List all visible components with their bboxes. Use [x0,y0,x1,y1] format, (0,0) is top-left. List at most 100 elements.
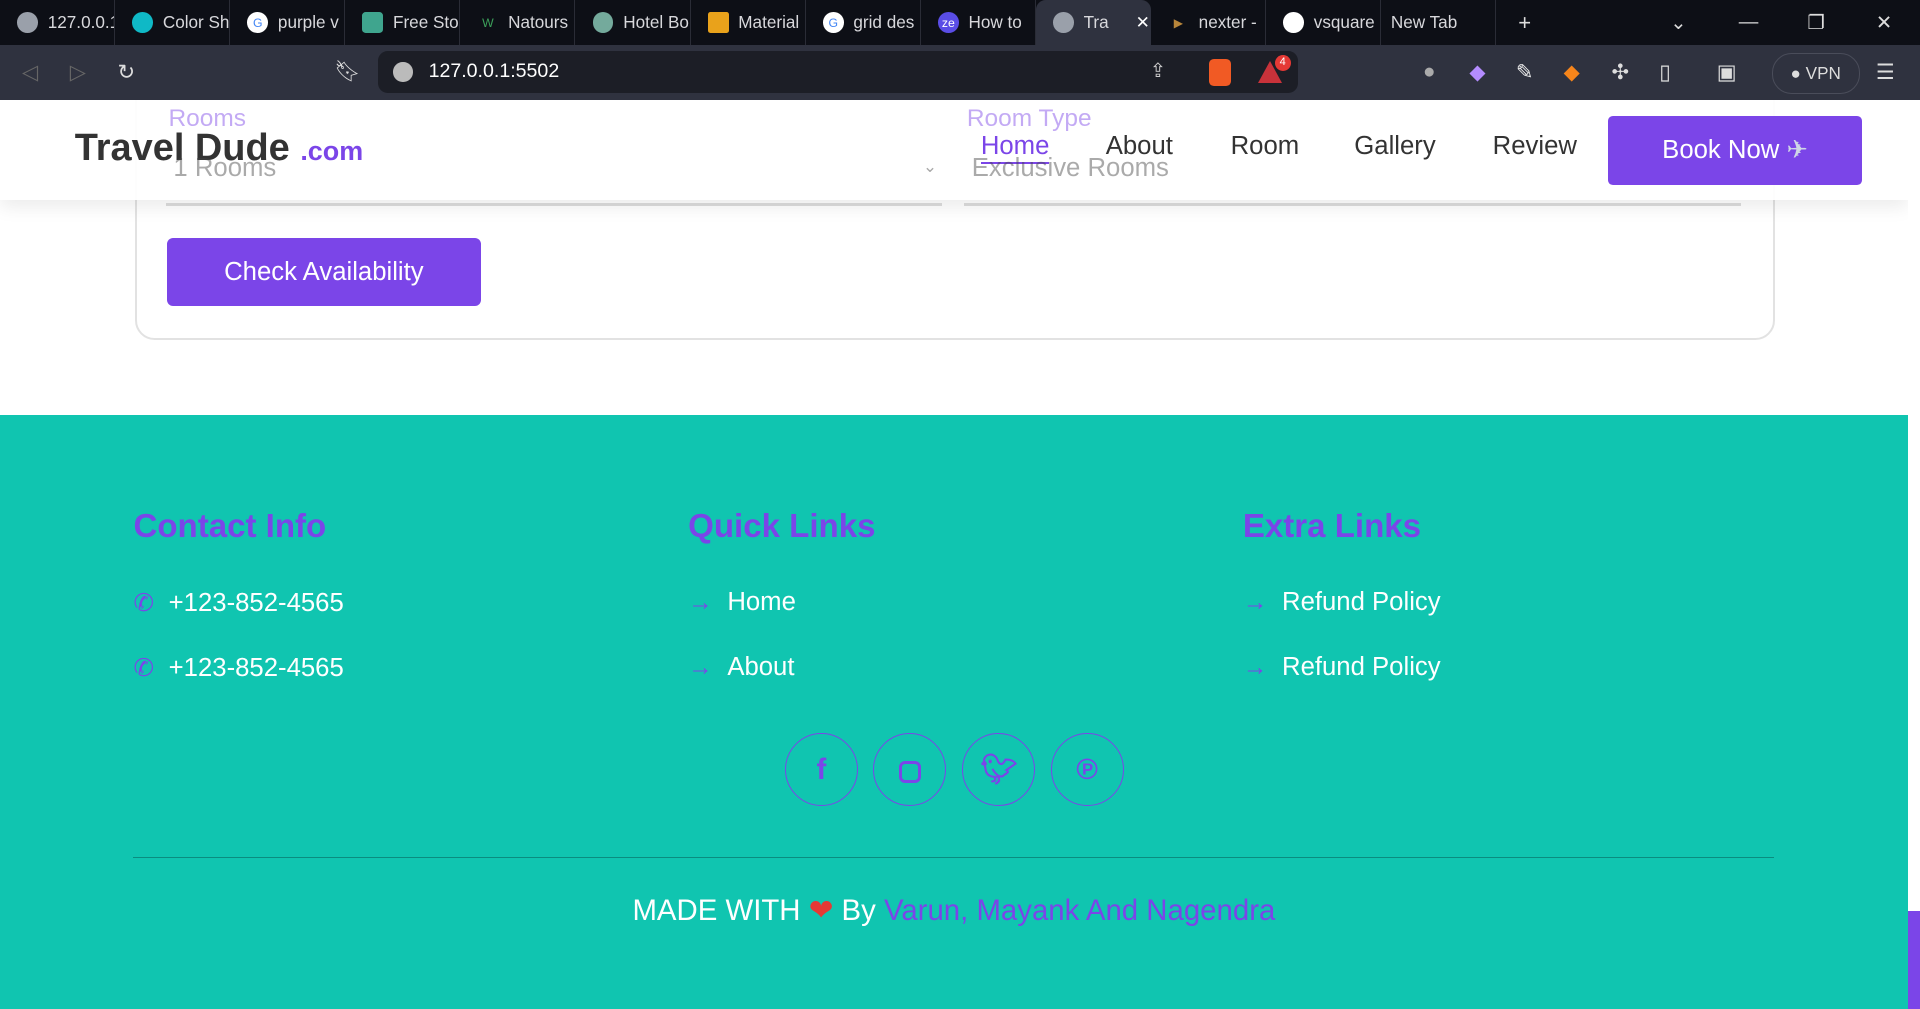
tab-label: Free Sto [393,12,459,33]
menu-icon[interactable]: ☰ [1876,60,1895,85]
tab-label: Material [738,12,800,33]
phone-item[interactable]: ✆ +123-852-4565 [133,588,343,618]
extra-links-heading: Extra Links [1242,508,1422,546]
tab-favicon-icon [132,12,154,34]
chatgpt-icon [592,12,614,34]
arrow-right-icon: → [1242,653,1268,681]
browser-tab[interactable]: Color Sh [115,0,231,46]
browser-toolbar: ◁ ▷ ↻ 🔖︎ 127.0.0.1:5502 ⇪ 4 ● ◆ ✎ ◆ ✣ ▯ … [0,45,1920,101]
scrollbar-thumb[interactable] [1907,911,1920,1009]
browser-tab-active[interactable]: Tra ✕ [1035,0,1151,46]
forward-icon[interactable]: ▷ [70,60,86,85]
bookmark-icon[interactable]: 🔖︎ [334,60,360,84]
logo-suffix: .com [300,136,364,167]
browser-tab[interactable]: ▶ nexter - [1151,0,1267,46]
brave-shield-icon[interactable] [1208,58,1231,86]
book-now-button[interactable]: Book Now ✈ [1607,116,1863,185]
phone-item[interactable]: ✆ +123-852-4565 [133,653,343,683]
restore-icon[interactable]: ❐ [1807,0,1825,45]
plane-icon: ✈ [1786,136,1809,165]
google-icon: G [247,12,269,34]
tab-label: Color Sh [162,12,230,33]
link-label: Refund Policy [1282,587,1441,616]
nav-review[interactable]: Review [1493,132,1577,161]
footer-link-refund[interactable]: → Refund Policy [1243,588,1441,617]
link-label: Refund Policy [1282,652,1441,681]
tab-favicon-icon: ▶ [1173,15,1184,30]
nav-gallery[interactable]: Gallery [1354,132,1435,161]
tab-favicon-icon [707,12,729,34]
extensions-icon[interactable]: ✣ [1611,60,1628,85]
instagram-icon[interactable] [873,733,947,807]
nav-room[interactable]: Room [1231,132,1300,161]
chevron-down-icon: ⌄ [922,156,938,177]
sidebar-icon[interactable]: ▯ [1659,60,1670,85]
credits: MADE WITH ❤ By Varun, Mayank And Nagendr… [0,893,1908,928]
tab-search-icon[interactable]: ⌄ [1670,0,1686,45]
browser-tab[interactable]: W Natours [460,0,576,46]
page-content: Rooms Room Type 1 Rooms ⌄ Exclusive Room… [0,100,1908,1009]
close-tab-icon[interactable]: ✕ [1136,12,1150,33]
contact-info-heading: Contact Info [133,508,327,546]
made-with-text: MADE WITH [632,893,801,927]
scrollbar[interactable] [1907,100,1920,1009]
tab-favicon-icon: ze [937,12,959,34]
phone-number: +123-852-4565 [168,653,344,682]
browser-tab[interactable]: Material [691,0,806,46]
metamask-icon[interactable]: ◆ [1564,60,1580,85]
google-icon: G [822,12,844,34]
globe-icon [1052,12,1074,34]
tab-label: vsquare [1313,12,1375,33]
new-tab-button[interactable]: + [1518,10,1531,36]
rooms-underline [166,202,943,207]
tab-label: Tra [1083,12,1109,33]
vpn-icon: ● [1790,62,1806,83]
extension-icon[interactable]: ● [1423,60,1436,84]
footer-link-home[interactable]: → Home [688,588,796,617]
extension-icon[interactable]: ◆ [1469,60,1485,85]
tab-label: New Tab [1390,12,1458,33]
room-type-select[interactable]: Exclusive Rooms [972,154,1169,183]
browser-tab-bar: 127.0.0.1 Color Sh Gpurple v Free Sto WN… [0,0,1920,46]
twitter-icon[interactable]: 🐦︎ [962,733,1036,807]
author-names: Varun, Mayank And Nagendra [883,893,1276,927]
heart-icon: ❤ [808,893,834,927]
footer-divider [133,857,1775,859]
room-type-underline [964,202,1741,207]
footer-link-refund[interactable]: → Refund Policy [1243,653,1441,682]
minimize-icon[interactable]: — [1739,0,1759,45]
back-icon[interactable]: ◁ [22,60,38,85]
info-icon [393,62,413,82]
tab-label: Hotel Bo [623,12,689,33]
browser-tab[interactable]: 127.0.0.1 [0,0,116,46]
share-icon[interactable]: ⇪ [1150,51,1166,93]
facebook-icon[interactable]: f [784,733,858,807]
globe-icon [17,12,38,34]
browser-tab[interactable]: Free Sto [345,0,461,46]
close-window-icon[interactable]: ✕ [1876,0,1892,45]
github-icon [1283,12,1304,34]
phone-icon: ✆ [133,654,154,682]
wallet-icon[interactable]: ▣ [1717,60,1737,85]
rooms-select[interactable]: 1 Rooms [173,154,276,183]
browser-tab[interactable]: vsquare [1266,0,1382,46]
browser-tab[interactable]: New Tab [1381,0,1497,46]
tab-favicon-icon [362,12,384,34]
browser-tab[interactable]: ze How to [921,0,1036,46]
tab-label: grid des [853,12,915,33]
browser-tab[interactable]: Hotel Bo [575,0,691,46]
tab-label: purple v [277,12,339,33]
footer-link-about[interactable]: → About [688,653,794,682]
site-header: Travel Dude .com Home About Room Gallery… [0,100,1908,200]
browser-tab[interactable]: Ggrid des [806,0,921,46]
reload-icon[interactable]: ↻ [118,60,135,85]
arrow-right-icon: → [1242,588,1268,616]
vpn-button[interactable]: ● VPN [1771,52,1860,94]
check-availability-button[interactable]: Check Availability [166,237,482,307]
browser-tab[interactable]: Gpurple v [230,0,346,46]
pinterest-icon[interactable]: ℗ [1050,733,1124,807]
address-bar[interactable]: 127.0.0.1:5502 ⇪ 4 [378,51,1298,94]
url-text: 127.0.0.1:5502 [428,60,560,83]
footer: Contact Info Quick Links Extra Links ✆ +1… [0,415,1908,1009]
color-picker-icon[interactable]: ✎ [1516,60,1533,85]
